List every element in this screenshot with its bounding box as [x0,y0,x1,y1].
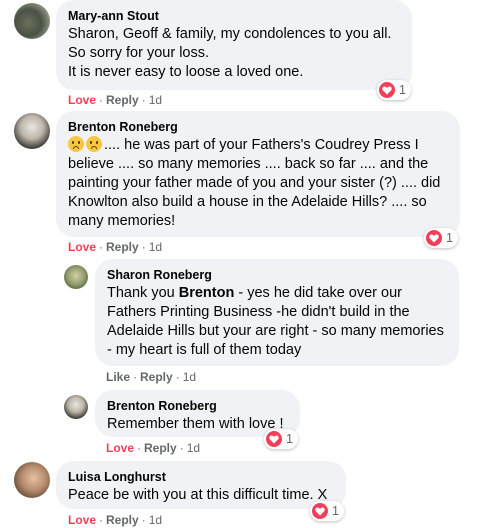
reaction-count: 1 [286,432,293,446]
comment-actions: Love · Reply · 1d [68,513,163,527]
comment-bubble: Mary-ann Stout Sharon, Geoff & family, m… [56,0,412,90]
comment-text: .... he was part of your Fathers's Coudr… [68,136,441,229]
comment-text: Remember them with love ! [107,416,284,432]
comment-author[interactable]: Luisa Longhurst [68,469,334,485]
comment-actions: Love · Reply · 1d [68,93,163,107]
love-button[interactable]: Love [68,240,96,254]
timestamp[interactable]: 1d [183,370,196,384]
reaction-badge[interactable]: 1 [264,429,298,449]
reaction-count: 1 [399,83,406,97]
avatar[interactable] [64,395,88,419]
heart-reaction-icon [266,431,282,447]
comment-author[interactable]: Mary-ann Stout [68,8,400,24]
comment-author[interactable]: Sharon Roneberg [107,267,447,283]
timestamp[interactable]: 1d [149,513,162,527]
comment-text: Thank you Brenton - yes he did take over… [107,285,444,358]
comment-bubble: Brenton Roneberg .... he was part of you… [56,111,460,237]
heart-reaction-icon [312,503,328,519]
reply-button[interactable]: Reply [144,441,177,455]
timestamp[interactable]: 1d [187,441,200,455]
comment-actions: Love · Reply · 1d [106,441,201,455]
comment-author[interactable]: Brenton Roneberg [107,398,288,414]
reaction-count: 1 [446,231,453,245]
comment-bubble: Sharon Roneberg Thank you Brenton - yes … [95,259,459,366]
timestamp[interactable]: 1d [149,93,162,107]
love-button[interactable]: Love [68,93,96,107]
heart-reaction-icon [379,82,395,98]
reply-button[interactable]: Reply [106,240,139,254]
reaction-badge[interactable]: 1 [424,228,458,248]
comment-author[interactable]: Brenton Roneberg [68,119,448,135]
love-button[interactable]: Love [106,441,134,455]
comment-actions: Love · Reply · 1d [68,240,163,254]
reply-button[interactable]: Reply [140,370,173,384]
avatar[interactable] [64,265,88,289]
avatar[interactable] [14,3,50,39]
mention-link[interactable]: Brenton [179,285,235,301]
reaction-badge[interactable]: 1 [310,501,344,521]
reply-button[interactable]: Reply [106,93,139,107]
heart-reaction-icon [426,230,442,246]
comment-actions: Like · Reply · 1d [106,370,197,384]
sad-face-emoji-icon [86,136,102,152]
comment-text: Peace be with you at this difficult time… [68,487,328,503]
avatar[interactable] [14,462,50,498]
comment-text: Sharon, Geoff & family, my condolences t… [68,26,392,80]
love-button[interactable]: Love [68,513,96,527]
sad-face-emoji-icon [68,136,84,152]
timestamp[interactable]: 1d [149,240,162,254]
reaction-badge[interactable]: 1 [377,80,411,100]
comment-bubble: Luisa Longhurst Peace be with you at thi… [56,461,346,509]
reply-button[interactable]: Reply [106,513,139,527]
like-button[interactable]: Like [106,370,130,384]
reaction-count: 1 [332,504,339,518]
avatar[interactable] [14,113,50,149]
